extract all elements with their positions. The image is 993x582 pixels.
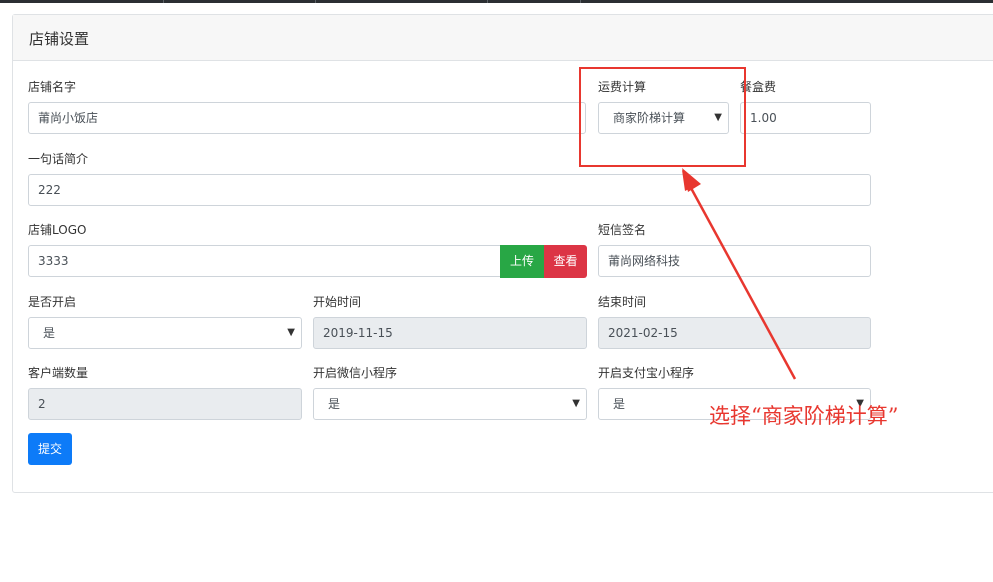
annotation-text: 选择“商家阶梯计算”: [709, 404, 899, 428]
annotation-highlight-box: [579, 67, 746, 167]
upload-button[interactable]: 上传: [500, 245, 544, 278]
wechat-mini-selected-value: 是: [328, 397, 341, 411]
is-open-selected-value: 是: [43, 326, 56, 340]
caret-down-icon: ▼: [287, 327, 295, 338]
start-time-label: 开始时间: [313, 295, 362, 309]
card-header: 店铺设置: [13, 15, 993, 61]
caret-down-icon: ▼: [572, 398, 580, 409]
logo-input[interactable]: 3333: [28, 245, 501, 277]
client-count-label: 客户端数量: [28, 366, 89, 380]
start-time-field: 2019-11-15: [313, 317, 587, 349]
wechat-mini-label: 开启微信小程序: [313, 366, 398, 380]
sms-sign-label: 短信签名: [598, 223, 647, 237]
alipay-mini-selected-value: 是: [613, 397, 626, 411]
intro-input[interactable]: 222: [28, 174, 871, 206]
window-top-bar: [0, 0, 993, 3]
client-count-field: 2: [28, 388, 302, 420]
wechat-mini-select[interactable]: 是 ▼: [313, 388, 587, 420]
intro-label: 一句话简介: [28, 152, 89, 166]
box-fee-input[interactable]: 1.00: [740, 102, 871, 134]
end-time-field: 2021-02-15: [598, 317, 871, 349]
is-open-select[interactable]: 是 ▼: [28, 317, 302, 349]
page-title: 店铺设置: [29, 30, 90, 48]
store-name-input[interactable]: 莆尚小饭店: [28, 102, 586, 134]
store-name-label: 店铺名字: [28, 80, 77, 94]
sms-sign-input[interactable]: 莆尚网络科技: [598, 245, 871, 277]
logo-label: 店铺LOGO: [28, 223, 87, 237]
view-button[interactable]: 查看: [544, 245, 587, 278]
alipay-mini-label: 开启支付宝小程序: [598, 366, 695, 380]
is-open-label: 是否开启: [28, 295, 77, 309]
end-time-label: 结束时间: [598, 295, 647, 309]
submit-button[interactable]: 提交: [28, 433, 72, 465]
